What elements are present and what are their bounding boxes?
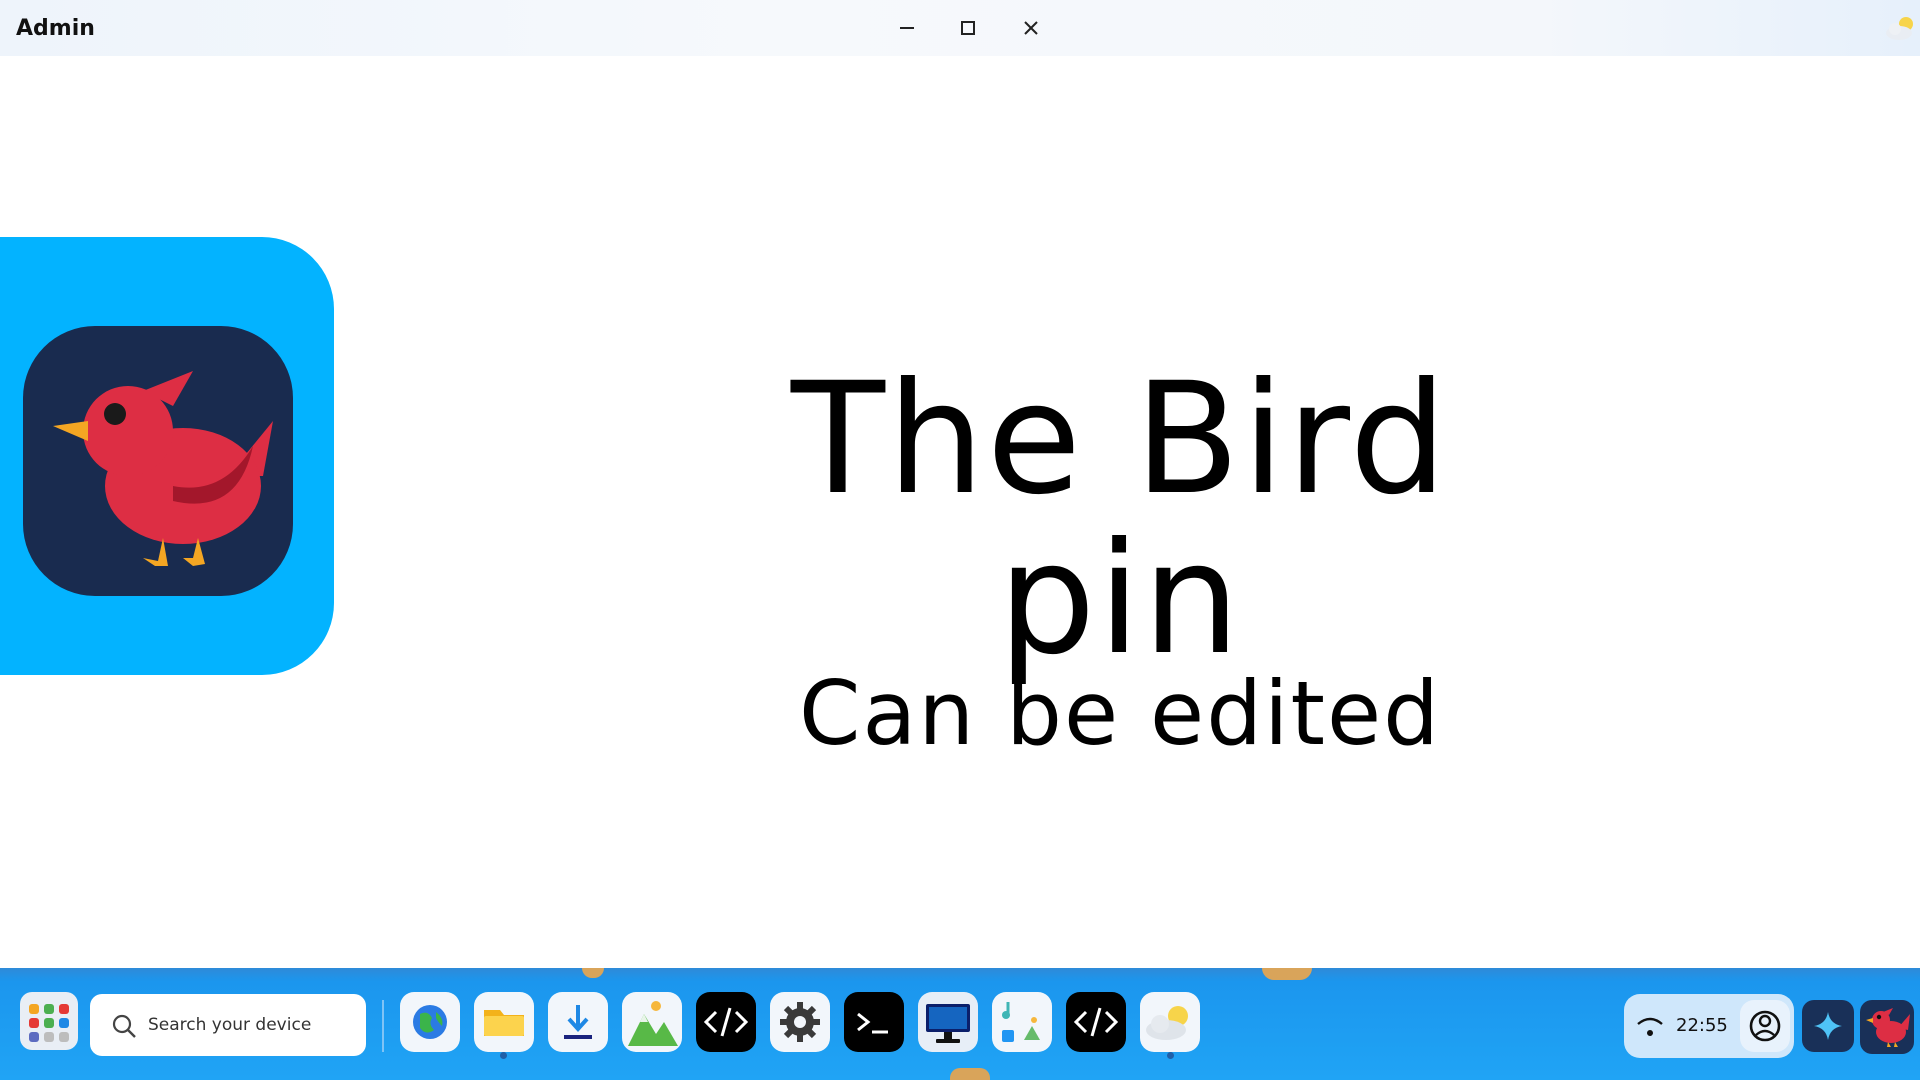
code-editor-2-app[interactable] bbox=[1066, 992, 1126, 1052]
account-button[interactable] bbox=[1740, 1000, 1790, 1052]
weather-icon[interactable] bbox=[1882, 10, 1918, 46]
weather-app[interactable] bbox=[1140, 992, 1200, 1052]
maximize-icon bbox=[961, 21, 975, 35]
maximize-button[interactable] bbox=[951, 12, 985, 44]
system-tray[interactable]: 22:55 bbox=[1624, 994, 1794, 1058]
taskbar-divider bbox=[382, 1000, 384, 1052]
download-icon bbox=[564, 1005, 592, 1039]
running-indicator bbox=[500, 1052, 507, 1059]
browser-app[interactable] bbox=[400, 992, 460, 1052]
folder-icon bbox=[484, 1010, 524, 1036]
gear-icon bbox=[780, 1002, 820, 1042]
wallpaper-detail bbox=[1262, 968, 1312, 980]
terminal-icon bbox=[857, 1012, 888, 1034]
wallpaper-detail bbox=[950, 1068, 990, 1080]
code-icon bbox=[703, 1007, 749, 1037]
globe-icon bbox=[413, 1005, 447, 1039]
minimize-icon bbox=[900, 27, 914, 29]
clock[interactable]: 22:55 bbox=[1676, 1015, 1728, 1036]
pin-subheading: Can be edited bbox=[798, 662, 1442, 765]
wallpaper-detail bbox=[582, 968, 604, 978]
bird-icon bbox=[1866, 1008, 1910, 1047]
app-launcher-button[interactable] bbox=[20, 992, 78, 1050]
mountain-icon bbox=[628, 1001, 678, 1046]
wifi-icon[interactable] bbox=[1636, 1014, 1664, 1038]
files-app[interactable] bbox=[474, 992, 534, 1052]
display-app[interactable] bbox=[918, 992, 978, 1052]
pin-heading: The Bird pin bbox=[790, 350, 1450, 689]
window-title: Admin bbox=[16, 16, 95, 41]
account-icon bbox=[1749, 1010, 1781, 1042]
bird-pin-icon-tile[interactable] bbox=[23, 326, 293, 596]
search-box[interactable]: Search your device bbox=[90, 994, 366, 1056]
code-editor-app[interactable] bbox=[696, 992, 756, 1052]
close-button[interactable] bbox=[1014, 12, 1048, 44]
close-icon bbox=[1024, 21, 1038, 35]
sparkle-icon bbox=[1814, 1012, 1842, 1040]
monitor-icon bbox=[926, 1004, 970, 1043]
media-icon bbox=[1002, 1002, 1040, 1042]
bird-icon bbox=[53, 371, 273, 566]
title-bar: Admin bbox=[0, 0, 1920, 56]
terminal-app[interactable] bbox=[844, 992, 904, 1052]
headline: The Bird pin Can be edited bbox=[670, 360, 1570, 762]
bird-app[interactable] bbox=[1860, 1000, 1914, 1054]
search-placeholder: Search your device bbox=[148, 1015, 312, 1035]
minimize-button[interactable] bbox=[890, 12, 924, 44]
settings-app[interactable] bbox=[770, 992, 830, 1052]
photos-app[interactable] bbox=[622, 992, 682, 1052]
search-icon bbox=[112, 1014, 136, 1038]
running-indicator bbox=[1167, 1052, 1174, 1059]
weather-icon bbox=[1146, 1006, 1188, 1040]
downloads-app[interactable] bbox=[548, 992, 608, 1052]
media-app[interactable] bbox=[992, 992, 1052, 1052]
code-icon bbox=[1073, 1007, 1119, 1037]
assistant-button[interactable] bbox=[1802, 1000, 1854, 1052]
